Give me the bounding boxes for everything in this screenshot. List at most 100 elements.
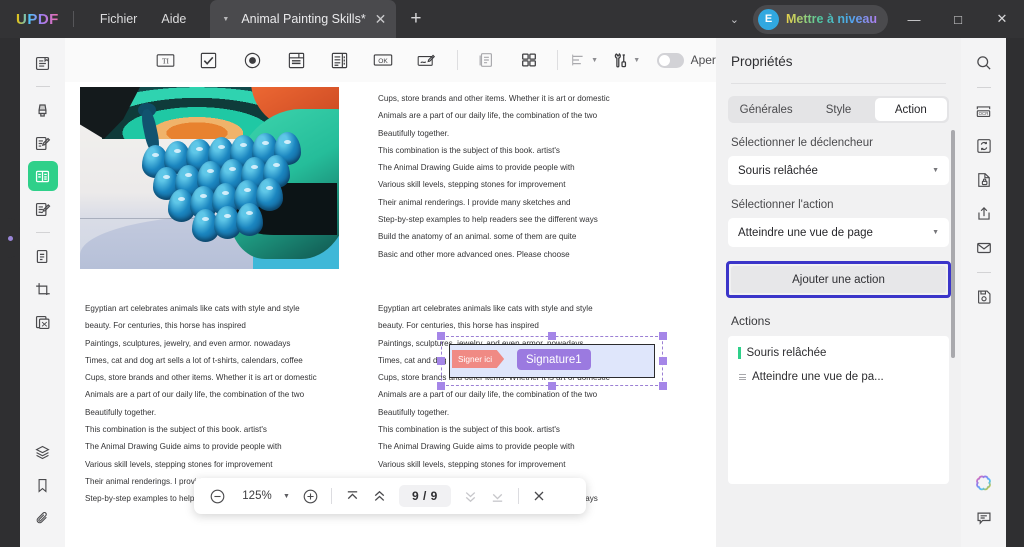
zoom-level-value[interactable]: 125% (240, 490, 274, 502)
signature-field-widget[interactable]: Signer ici Signature1 (437, 332, 667, 390)
tab-generales[interactable]: Générales (730, 98, 802, 121)
new-tab-button[interactable]: + (410, 8, 421, 30)
action-item-row[interactable]: Atteindre une vue de pa... (728, 371, 949, 383)
doc-line: Their animal renderings. I provide many … (378, 197, 571, 207)
align-icon[interactable]: ▼ (569, 45, 599, 75)
left-tool-column (20, 38, 65, 547)
avatar[interactable]: E (757, 8, 779, 30)
form-settings-caret-icon[interactable]: ▼ (633, 57, 640, 64)
upgrade-button[interactable]: E Mettre à niveau (752, 4, 888, 34)
comment-icon[interactable] (969, 503, 999, 533)
doc-line: Build the anatomy of an animal. some of … (378, 232, 577, 242)
checkbox-tool[interactable] (194, 45, 225, 75)
search-icon[interactable] (969, 48, 999, 78)
title-bar: UPDF Fichier Aide ▼ Animal Painting Skil… (0, 0, 1024, 38)
zoom-out-button[interactable] (204, 483, 231, 510)
minimize-button[interactable]: — (892, 0, 936, 38)
sidebar-item-page-organize[interactable] (28, 241, 58, 271)
resize-handle-e[interactable] (659, 357, 667, 365)
first-page-button[interactable] (339, 483, 366, 510)
properties-divider (731, 83, 946, 84)
signature-field-tool[interactable] (412, 45, 443, 75)
chevron-down-icon[interactable]: ▼ (932, 167, 939, 174)
sidebar-item-fill-and-sign[interactable] (28, 194, 58, 224)
action-select[interactable]: Atteindre une vue de page ▼ (728, 218, 949, 247)
tab-close-icon[interactable]: ✕ (375, 12, 387, 26)
share-icon[interactable] (969, 199, 999, 229)
resize-handle-ne[interactable] (659, 332, 667, 340)
resize-handle-nw[interactable] (437, 332, 445, 340)
drag-handle-icon[interactable] (738, 374, 747, 380)
document-tab[interactable]: ▼ Animal Painting Skills* ✕ (210, 0, 397, 38)
align-caret-icon[interactable]: ▼ (591, 57, 598, 64)
sidebar-item-form[interactable] (27, 161, 58, 191)
trigger-select[interactable]: Souris relâchée ▼ (728, 156, 949, 185)
grid-view-icon[interactable] (514, 45, 544, 75)
push-button-tool[interactable]: OK (368, 45, 399, 75)
form-settings-icon[interactable]: ▼ (611, 45, 641, 75)
add-action-highlight: Ajouter une action (726, 261, 951, 298)
properties-scrollbar[interactable] (951, 130, 955, 358)
actions-list[interactable]: Souris relâchée Atteindre une vue de pa.… (728, 336, 949, 484)
add-action-button[interactable]: Ajouter une action (731, 266, 946, 293)
page-indicator[interactable]: 9 / 9 (398, 485, 451, 507)
zoom-in-button[interactable] (297, 483, 324, 510)
next-page-button[interactable] (457, 483, 484, 510)
email-icon[interactable] (969, 233, 999, 263)
doc-left-column: Egyptian art celebrates animals like cat… (85, 300, 317, 508)
sidebar-item-batch[interactable] (28, 307, 58, 337)
page-view-icon[interactable] (471, 45, 501, 75)
tab-action[interactable]: Action (874, 98, 947, 121)
right-window-edge (1006, 38, 1024, 547)
sidebar-item-layers[interactable] (28, 437, 58, 467)
save-icon[interactable] (969, 282, 999, 312)
preview-toggle[interactable] (656, 52, 684, 68)
zoom-dropdown-caret-icon[interactable]: ▼ (283, 493, 290, 500)
ocr-icon[interactable]: OCR (969, 97, 999, 127)
resize-handle-n[interactable] (548, 332, 556, 340)
signature-field-box[interactable]: Signer ici Signature1 (449, 344, 655, 378)
form-toolbar: TI OK ▼ ▼ Aper (65, 38, 716, 82)
doc-line: Animals are a part of our daily life, th… (378, 390, 598, 400)
text-field-tool[interactable]: TI (150, 45, 181, 75)
properties-panel: Propriétés Générales Style Action Sélect… (716, 38, 961, 547)
tab-dropdown-caret-icon[interactable]: ▼ (222, 16, 229, 23)
preview-toggle-group[interactable]: Aper (656, 52, 716, 68)
sidebar-item-bookmark[interactable] (28, 470, 58, 500)
resize-handle-se[interactable] (659, 382, 667, 390)
ai-assistant-icon[interactable] (969, 469, 999, 499)
sidebar-item-edit-pdf[interactable] (28, 128, 58, 158)
protect-icon[interactable] (969, 165, 999, 195)
tab-style[interactable]: Style (802, 98, 874, 121)
preview-toggle-label: Aper (690, 53, 716, 67)
signature-field-name-badge: Signature1 (517, 349, 591, 370)
doc-line: The Animal Drawing Guide aims to provide… (85, 442, 282, 452)
trigger-select-value: Souris relâchée (738, 164, 818, 177)
sidebar-item-attachment[interactable] (28, 503, 58, 533)
sidebar-item-annotate[interactable] (28, 95, 58, 125)
sidebar-item-reader[interactable] (28, 48, 58, 78)
maximize-button[interactable]: □ (936, 0, 980, 38)
graffiti-peacock-mural-image (80, 87, 339, 269)
chevron-down-icon[interactable]: ▼ (932, 229, 939, 236)
action-trigger-row[interactable]: Souris relâchée (728, 347, 949, 359)
menu-aide[interactable]: Aide (149, 7, 198, 31)
resize-handle-sw[interactable] (437, 382, 445, 390)
actions-section-title: Actions (731, 314, 771, 328)
close-toolbar-button[interactable] (526, 483, 553, 510)
resize-handle-s[interactable] (548, 382, 556, 390)
radio-button-tool[interactable] (237, 45, 268, 75)
svg-text:TI: TI (162, 56, 169, 65)
sidebar-item-crop[interactable] (28, 274, 58, 304)
resize-handle-w[interactable] (437, 357, 445, 365)
convert-icon[interactable] (969, 131, 999, 161)
chevron-down-icon[interactable]: ⌄ (716, 13, 753, 26)
panel-collapse-handle[interactable] (0, 218, 20, 258)
last-page-button[interactable] (484, 483, 511, 510)
doc-line: Animals are a part of our daily life, th… (85, 390, 305, 400)
list-box-tool[interactable] (324, 45, 355, 75)
close-window-button[interactable]: ✕ (980, 0, 1024, 38)
menu-fichier[interactable]: Fichier (88, 7, 150, 31)
previous-page-button[interactable] (366, 483, 393, 510)
combo-box-tool[interactable] (281, 45, 312, 75)
